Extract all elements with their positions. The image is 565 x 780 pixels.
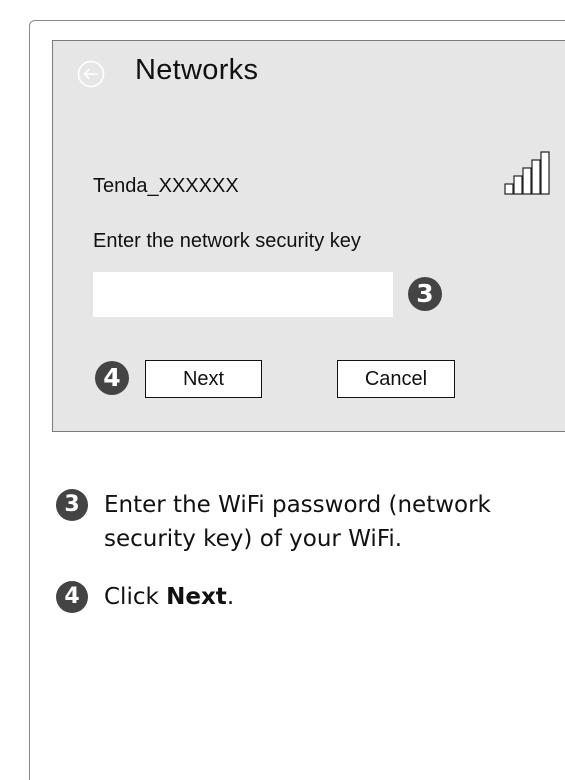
step-4-badge: 4 [95, 361, 129, 395]
next-button[interactable]: Next [145, 360, 262, 398]
step-3-badge: 3 [408, 277, 442, 311]
instruction-prefix: Click [104, 584, 167, 610]
networks-screen: Networks Tenda_XXXXXX Enter the network … [52, 40, 565, 432]
instruction-bold-next: Next [166, 584, 227, 610]
instruction-step-4: 4 Click Next. [56, 580, 556, 614]
network-name[interactable]: Tenda_XXXXXX [93, 175, 239, 198]
step-4-badge: 4 [56, 581, 88, 613]
instruction-text: Enter the WiFi password (network securit… [104, 492, 491, 552]
screen-title: Networks [135, 54, 259, 86]
step-3-badge: 3 [56, 489, 88, 521]
instruction-step-3: 3 Enter the WiFi password (network secur… [56, 488, 556, 556]
instructions: 3 Enter the WiFi password (network secur… [56, 488, 556, 614]
back-arrow-icon[interactable] [77, 60, 105, 88]
wifi-signal-icon [504, 151, 550, 195]
security-key-input[interactable] [93, 272, 393, 317]
instruction-suffix: . [226, 584, 235, 610]
cancel-button[interactable]: Cancel [337, 360, 455, 398]
security-key-label: Enter the network security key [93, 230, 361, 252]
